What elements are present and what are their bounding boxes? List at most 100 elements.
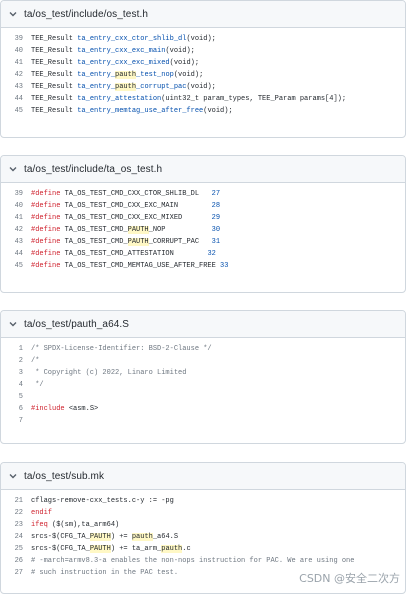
code-token: ta_entry_cxx_exc_mixed <box>77 59 170 67</box>
code-text: */ <box>31 381 44 389</box>
code-text: TEE_Result ta_entry_cxx_exc_main(void); <box>31 47 195 55</box>
code-token: #define <box>31 262 65 270</box>
code-token: TEE_Result <box>31 107 78 115</box>
line-number[interactable]: 43 <box>1 238 31 246</box>
code-token: _a64.S <box>152 533 179 541</box>
line-number[interactable]: 7 <box>1 417 31 425</box>
code-line: 39 TEE_Result ta_entry_cxx_ctor_shlib_dl(… <box>1 33 405 45</box>
code-line: 42 #define TA_OS_TEST_CMD_PAUTH_NOP 30 <box>1 224 405 236</box>
line-number[interactable]: 23 <box>1 521 31 529</box>
file-header[interactable]: ta/os_test/include/ta_os_test.h <box>1 156 405 183</box>
code-token: #define <box>31 214 65 222</box>
code-token: pauth <box>115 71 137 79</box>
code-token: ta_entry_memtag_use_after_free <box>77 107 204 115</box>
code-token: (void); <box>169 59 200 67</box>
code-token: srcs-$(CFG_TA_ <box>31 533 90 541</box>
line-number[interactable]: 40 <box>1 47 31 55</box>
line-number[interactable]: 45 <box>1 262 31 270</box>
file-path[interactable]: ta/os_test/pauth_a64.S <box>24 319 129 330</box>
code-text: TEE_Result ta_entry_cxx_ctor_shlib_dl(vo… <box>31 35 216 43</box>
code-token: TA_OS_TEST_CMD_CXX_EXC_MAIN <box>64 202 212 210</box>
code-text: #include <asm.S> <box>31 405 98 413</box>
line-number[interactable]: 27 <box>1 569 31 577</box>
line-number[interactable]: 22 <box>1 509 31 517</box>
code-text: #define TA_OS_TEST_CMD_PAUTH_NOP 30 <box>31 226 220 234</box>
code-block: 21 cflags-remove-cxx_tests.c-y := -pg 22 en… <box>1 490 405 579</box>
line-number[interactable]: 41 <box>1 214 31 222</box>
code-token: <asm.S> <box>68 405 99 413</box>
code-line: 7 <box>1 415 405 427</box>
code-block: 1/* SPDX-License-Identifier: BSD-2-Claus… <box>1 338 405 427</box>
line-number[interactable]: 4 <box>1 381 31 389</box>
code-line: 44 TEE_Result ta_entry_attestation(uint32… <box>1 93 405 105</box>
code-token: .c <box>182 545 191 553</box>
code-line: 40 #define TA_OS_TEST_CMD_CXX_EXC_MAIN 28 <box>1 200 405 212</box>
code-token: _corrupt_pac <box>136 83 187 91</box>
code-line: 25 srcs-$(CFG_TA_PAUTH) += ta_arm_pauth.c <box>1 543 405 555</box>
code-text: #define TA_OS_TEST_CMD_PAUTH_CORRUPT_PAC… <box>31 238 220 246</box>
code-token: 32 <box>207 250 216 258</box>
line-number[interactable]: 45 <box>1 107 31 115</box>
code-token: #define <box>31 202 65 210</box>
line-number[interactable]: 24 <box>1 533 31 541</box>
line-number[interactable]: 5 <box>1 393 31 401</box>
code-token: (void); <box>173 71 204 79</box>
line-number[interactable]: 44 <box>1 95 31 103</box>
file-diff-3: ta/os_test/pauth_a64.S 1/* SPDX-License-… <box>0 310 406 444</box>
line-number[interactable]: 3 <box>1 369 31 377</box>
line-number[interactable]: 41 <box>1 59 31 67</box>
chevron-down-icon[interactable] <box>7 8 19 20</box>
code-line: 1/* SPDX-License-Identifier: BSD-2-Claus… <box>1 343 405 355</box>
code-text: # such instruction in the PAC test. <box>31 569 178 577</box>
code-token: (void); <box>186 35 216 43</box>
code-token: /* SPDX-License-Identifier: BSD-2-Clause… <box>31 345 212 353</box>
file-header[interactable]: ta/os_test/sub.mk <box>1 463 405 490</box>
code-token: TEE_Result <box>31 71 78 79</box>
code-text: # -march=armv8.3-a enables the non-nops … <box>31 557 354 565</box>
line-number[interactable]: 43 <box>1 83 31 91</box>
code-line: 21 cflags-remove-cxx_tests.c-y := -pg <box>1 495 405 507</box>
code-token: TEE_Result <box>31 83 78 91</box>
code-line: 45 #define TA_OS_TEST_CMD_MEMTAG_USE_AFTE… <box>1 260 405 272</box>
code-line: 44 #define TA_OS_TEST_CMD_ATTESTATION 32 <box>1 248 405 260</box>
code-text: endif <box>31 509 52 517</box>
code-token: 33 <box>220 262 229 270</box>
line-number[interactable]: 6 <box>1 405 31 413</box>
line-number[interactable]: 42 <box>1 226 31 234</box>
code-token: (void); <box>186 83 216 91</box>
line-number[interactable]: 2 <box>1 357 31 365</box>
file-path[interactable]: ta/os_test/sub.mk <box>24 471 104 482</box>
code-token: ta_entry_cxx_exc_main <box>77 47 166 55</box>
code-token: pauth <box>161 545 183 553</box>
code-token: */ <box>31 381 44 389</box>
line-number[interactable]: 26 <box>1 557 31 565</box>
file-header[interactable]: ta/os_test/pauth_a64.S <box>1 311 405 338</box>
line-number[interactable]: 42 <box>1 71 31 79</box>
code-text: #define TA_OS_TEST_CMD_MEMTAG_USE_AFTER_… <box>31 262 228 270</box>
line-number[interactable]: 25 <box>1 545 31 553</box>
code-line: 26 # -march=armv8.3-a enables the non-nop… <box>1 555 405 567</box>
code-token: TEE_Result <box>31 47 78 55</box>
file-header[interactable]: ta/os_test/include/os_test.h <box>1 1 405 28</box>
line-number[interactable]: 21 <box>1 497 31 505</box>
line-number[interactable]: 40 <box>1 202 31 210</box>
line-number[interactable]: 39 <box>1 190 31 198</box>
code-token: TA_OS_TEST_CMD_CXX_EXC_MIXED <box>64 214 212 222</box>
line-number[interactable]: 1 <box>1 345 31 353</box>
line-number[interactable]: 39 <box>1 35 31 43</box>
code-token: 31 <box>211 238 221 246</box>
code-token: #define <box>31 226 65 234</box>
chevron-down-icon[interactable] <box>7 318 19 330</box>
line-number[interactable]: 44 <box>1 250 31 258</box>
chevron-down-icon[interactable] <box>7 163 19 175</box>
code-token: TA_OS_TEST_CMD_MEMTAG_USE_AFTER_FREE <box>64 262 221 270</box>
file-path[interactable]: ta/os_test/include/os_test.h <box>24 9 148 20</box>
chevron-down-icon[interactable] <box>7 470 19 482</box>
code-line: 43 TEE_Result ta_entry_pauth_corrupt_pac(… <box>1 81 405 93</box>
code-text: /* SPDX-License-Identifier: BSD-2-Clause… <box>31 345 212 353</box>
code-token: (uint32_t param_types, TEE_Param params[… <box>161 95 347 103</box>
watermark: CSDN @安全二次方 <box>299 570 400 586</box>
code-token: (void); <box>165 47 195 55</box>
code-text: TEE_Result ta_entry_attestation(uint32_t… <box>31 95 346 103</box>
file-path[interactable]: ta/os_test/include/ta_os_test.h <box>24 164 162 175</box>
